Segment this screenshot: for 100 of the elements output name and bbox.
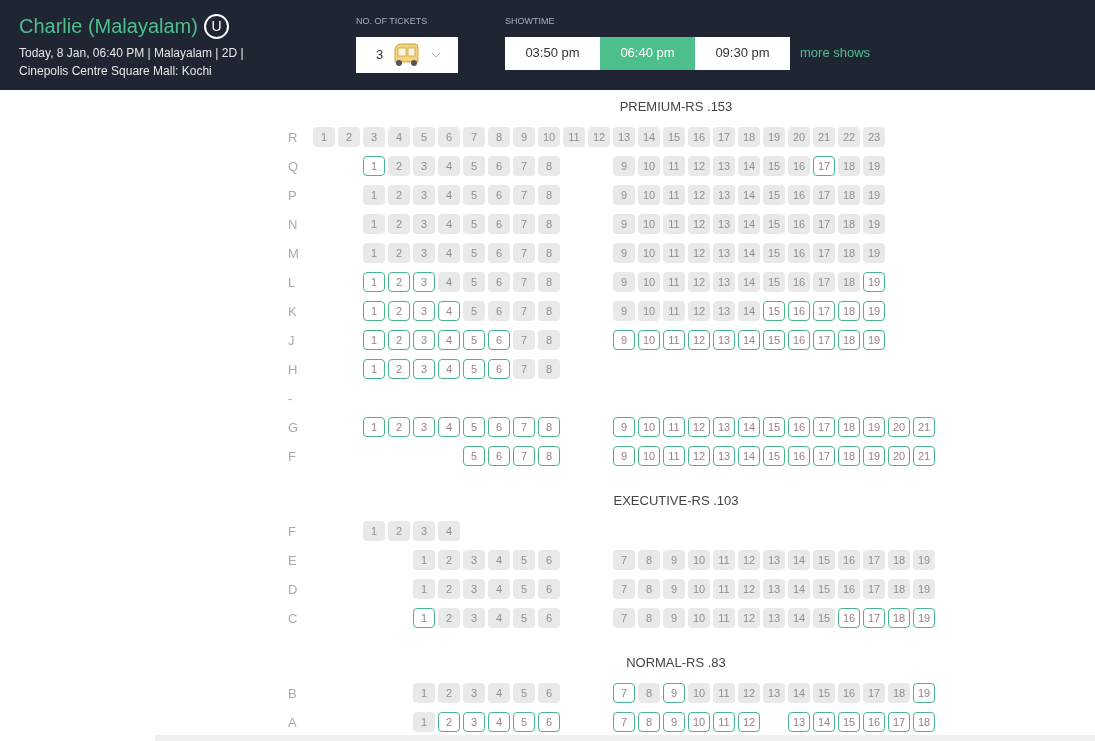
seat[interactable]: 3 <box>413 214 435 234</box>
seat[interactable]: 12 <box>688 446 710 466</box>
seat[interactable]: 10 <box>638 185 660 205</box>
seat[interactable]: 17 <box>813 272 835 292</box>
seat[interactable]: 11 <box>563 127 585 147</box>
seat[interactable]: 4 <box>488 683 510 703</box>
seat[interactable]: 1 <box>363 156 385 176</box>
seat[interactable]: 12 <box>688 301 710 321</box>
seat[interactable]: 15 <box>663 127 685 147</box>
seat[interactable]: 16 <box>788 272 810 292</box>
seat[interactable]: 11 <box>663 185 685 205</box>
seat[interactable]: 10 <box>638 243 660 263</box>
seat[interactable]: 13 <box>788 712 810 732</box>
seat[interactable]: 9 <box>613 156 635 176</box>
seat[interactable]: 8 <box>538 301 560 321</box>
seat[interactable]: 1 <box>363 359 385 379</box>
seat[interactable]: 6 <box>538 550 560 570</box>
seat[interactable]: 8 <box>538 417 560 437</box>
seat[interactable]: 6 <box>488 272 510 292</box>
seat[interactable]: 9 <box>663 550 685 570</box>
seat[interactable]: 6 <box>488 330 510 350</box>
seat[interactable]: 14 <box>738 272 760 292</box>
seat[interactable]: 12 <box>688 185 710 205</box>
seat[interactable]: 15 <box>763 272 785 292</box>
seat[interactable]: 3 <box>413 521 435 541</box>
seat[interactable]: 17 <box>813 156 835 176</box>
seat[interactable]: 19 <box>863 272 885 292</box>
seat[interactable]: 14 <box>738 330 760 350</box>
seat[interactable]: 16 <box>688 127 710 147</box>
seat[interactable]: 6 <box>488 214 510 234</box>
seat[interactable]: 3 <box>413 330 435 350</box>
seat[interactable]: 7 <box>613 712 635 732</box>
seat[interactable]: 5 <box>513 579 535 599</box>
seat[interactable]: 2 <box>388 214 410 234</box>
seat[interactable]: 20 <box>888 417 910 437</box>
seat[interactable]: 5 <box>463 243 485 263</box>
seat[interactable]: 10 <box>638 272 660 292</box>
seat[interactable]: 11 <box>663 156 685 176</box>
seat[interactable]: 12 <box>738 712 760 732</box>
showtime-button[interactable]: 06:40 pm <box>600 36 695 70</box>
seat[interactable]: 14 <box>788 550 810 570</box>
seat[interactable]: 16 <box>838 579 860 599</box>
seat[interactable]: 1 <box>413 683 435 703</box>
seat[interactable]: 16 <box>788 156 810 176</box>
seat[interactable]: 19 <box>863 446 885 466</box>
seat[interactable]: 6 <box>488 156 510 176</box>
seat[interactable]: 19 <box>863 301 885 321</box>
seat[interactable]: 7 <box>613 683 635 703</box>
seat[interactable]: 15 <box>763 301 785 321</box>
seat[interactable]: 16 <box>788 243 810 263</box>
seat[interactable]: 4 <box>488 550 510 570</box>
seat[interactable]: 1 <box>413 712 435 732</box>
seat[interactable]: 3 <box>463 608 485 628</box>
seat[interactable]: 8 <box>538 214 560 234</box>
seat[interactable]: 5 <box>463 214 485 234</box>
seat[interactable]: 15 <box>813 683 835 703</box>
seat[interactable]: 19 <box>863 243 885 263</box>
seat[interactable]: 2 <box>388 156 410 176</box>
seat[interactable]: 2 <box>438 712 460 732</box>
seat[interactable]: 3 <box>413 359 435 379</box>
seat[interactable]: 21 <box>913 446 935 466</box>
seat[interactable]: 11 <box>713 550 735 570</box>
seat[interactable]: 19 <box>913 608 935 628</box>
seat[interactable]: 5 <box>463 446 485 466</box>
seat[interactable]: 10 <box>638 214 660 234</box>
seat[interactable]: 4 <box>438 301 460 321</box>
seat[interactable]: 5 <box>513 712 535 732</box>
seat[interactable]: 19 <box>863 156 885 176</box>
seat[interactable]: 14 <box>813 712 835 732</box>
seat[interactable]: 20 <box>888 446 910 466</box>
seat[interactable]: 13 <box>713 330 735 350</box>
seat[interactable]: 6 <box>538 579 560 599</box>
seat[interactable]: 15 <box>763 185 785 205</box>
seat[interactable]: 1 <box>363 272 385 292</box>
seat[interactable]: 17 <box>863 608 885 628</box>
seat[interactable]: 2 <box>338 127 360 147</box>
seat[interactable]: 4 <box>438 417 460 437</box>
seat[interactable]: 14 <box>788 608 810 628</box>
seat[interactable]: 2 <box>388 417 410 437</box>
seat[interactable]: 10 <box>688 683 710 703</box>
seat[interactable]: 17 <box>813 185 835 205</box>
tickets-dropdown[interactable]: 3 <box>356 36 458 73</box>
seat[interactable]: 5 <box>463 156 485 176</box>
seat[interactable]: 17 <box>888 712 910 732</box>
seat[interactable]: 10 <box>688 579 710 599</box>
seat[interactable]: 19 <box>913 579 935 599</box>
seat[interactable]: 4 <box>438 330 460 350</box>
seat[interactable]: 1 <box>363 243 385 263</box>
seat[interactable]: 21 <box>813 127 835 147</box>
seat[interactable]: 11 <box>713 683 735 703</box>
seat[interactable]: 7 <box>513 214 535 234</box>
seat[interactable]: 1 <box>363 330 385 350</box>
seat[interactable]: 4 <box>438 359 460 379</box>
seat[interactable]: 4 <box>438 243 460 263</box>
seat[interactable]: 18 <box>888 550 910 570</box>
seat[interactable]: 16 <box>863 712 885 732</box>
seat[interactable]: 10 <box>638 330 660 350</box>
seat[interactable]: 1 <box>363 214 385 234</box>
seat[interactable]: 18 <box>838 272 860 292</box>
seat[interactable]: 7 <box>463 127 485 147</box>
